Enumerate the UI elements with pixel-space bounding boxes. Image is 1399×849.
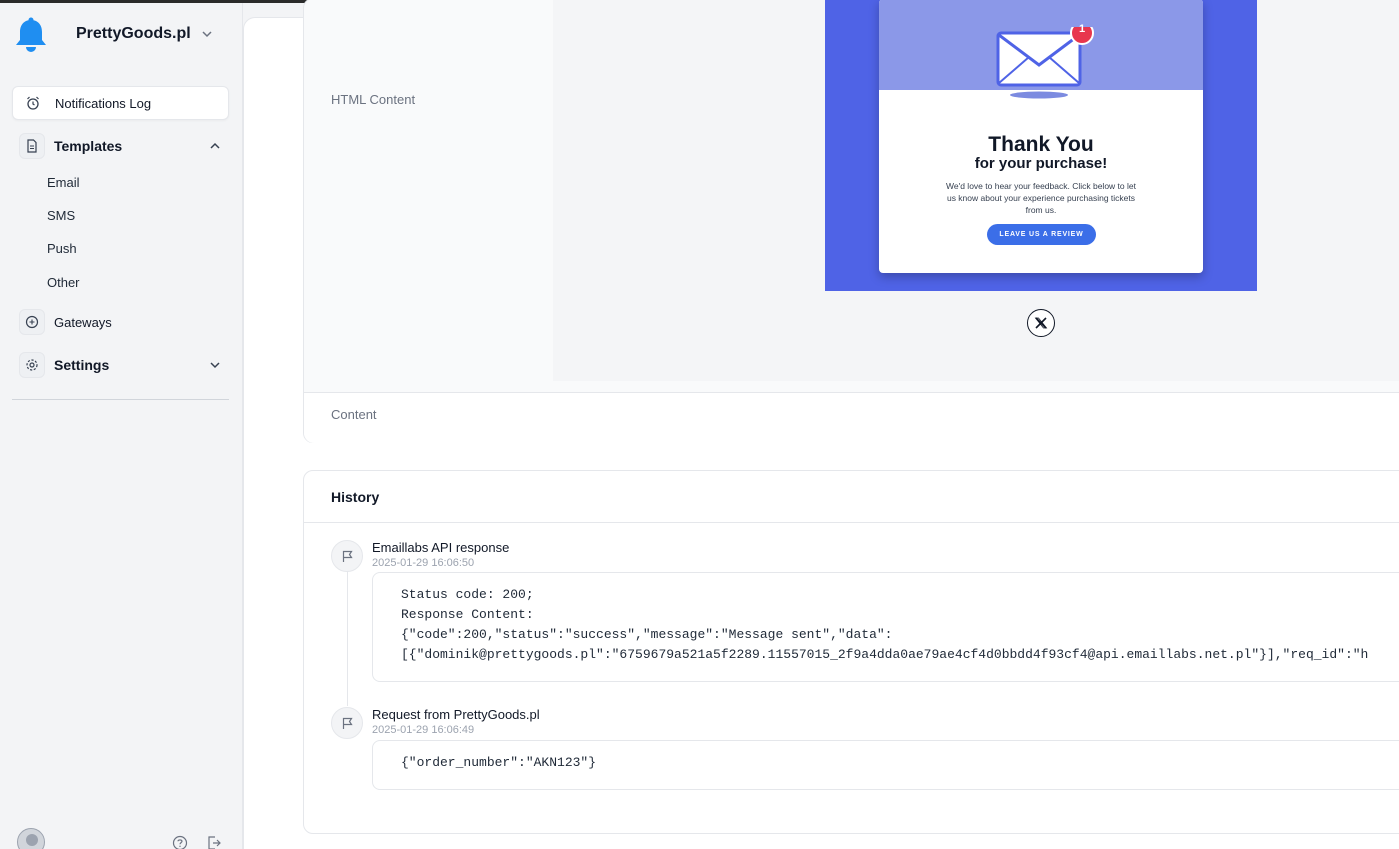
nav-templates-sms[interactable]: SMS (47, 208, 75, 223)
gear-icon (19, 352, 45, 378)
nav-notifications-log-label: Notifications Log (55, 95, 152, 111)
nav-templates-email[interactable]: Email (47, 175, 80, 190)
event-title: Emaillabs API response (372, 540, 510, 555)
preview-subtitle: for your purchase! (974, 155, 1108, 172)
leave-review-button[interactable]: LEAVE US A REVIEW (987, 224, 1096, 245)
nav-settings-label: Settings (54, 357, 110, 373)
history-divider (304, 522, 1399, 523)
preview-body: We'd love to hear your feedback. Click b… (946, 181, 1136, 215)
bell-icon (16, 17, 46, 52)
envelope-icon (996, 27, 1094, 99)
brand-switcher[interactable]: PrettyGoods.pl (0, 3, 243, 67)
email-preview: 1 Thank You for your purchase! We'd love… (825, 0, 1257, 291)
alarm-icon (20, 90, 46, 116)
nav-templates[interactable]: Templates (12, 129, 229, 163)
event-payload: {"order_number":"AKN123"} (372, 740, 1399, 790)
nav-gateways[interactable]: Gateways (12, 305, 229, 339)
content-label: Content (331, 407, 377, 422)
chevron-down-icon (202, 31, 212, 38)
flag-icon (331, 707, 363, 739)
nav-templates-label: Templates (54, 138, 123, 154)
history-title: History (331, 489, 380, 505)
notification-badge: 1 (1078, 23, 1086, 35)
nav-gateways-label: Gateways (54, 314, 112, 330)
logout-icon[interactable] (206, 835, 222, 849)
nav-notifications-log[interactable]: Notifications Log (12, 86, 229, 120)
event-time: 2025-01-29 16:06:50 (372, 557, 475, 569)
user-avatar[interactable] (17, 828, 45, 849)
gateway-icon (19, 309, 45, 335)
timeline-line (347, 571, 348, 706)
preview-title: Thank You (988, 133, 1094, 156)
nav-settings[interactable]: Settings (12, 348, 229, 382)
content-row: Content (304, 393, 1399, 443)
history-card: History Emaillabs API response 2025-01-2… (303, 470, 1399, 834)
html-preview-area: 1 Thank You for your purchase! We'd love… (553, 0, 1399, 381)
flag-icon (331, 540, 363, 572)
nav-templates-other[interactable]: Other (47, 275, 80, 290)
chevron-up-icon (210, 142, 220, 149)
event-title: Request from PrettyGoods.pl (372, 707, 540, 722)
event-time: 2025-01-29 16:06:49 (372, 724, 475, 736)
main-panel: HTML Content 1 Thank You for your purcha… (243, 0, 1399, 849)
event-payload: Status code: 200; Response Content: {"co… (372, 572, 1399, 682)
email-preview-card: 1 Thank You for your purchase! We'd love… (879, 0, 1203, 273)
sidebar-divider (12, 399, 229, 400)
nav-templates-push[interactable]: Push (47, 241, 77, 256)
html-content-label: HTML Content (331, 92, 416, 107)
help-icon[interactable] (172, 835, 188, 849)
sidebar: PrettyGoods.pl Notifications Log Templat… (0, 3, 243, 849)
chevron-down-icon (210, 362, 220, 369)
notification-details-card: HTML Content 1 Thank You for your purcha… (303, 0, 1399, 443)
document-icon (19, 133, 45, 159)
brand-name: PrettyGoods.pl (76, 25, 191, 42)
x-logo-icon[interactable] (1027, 309, 1055, 337)
